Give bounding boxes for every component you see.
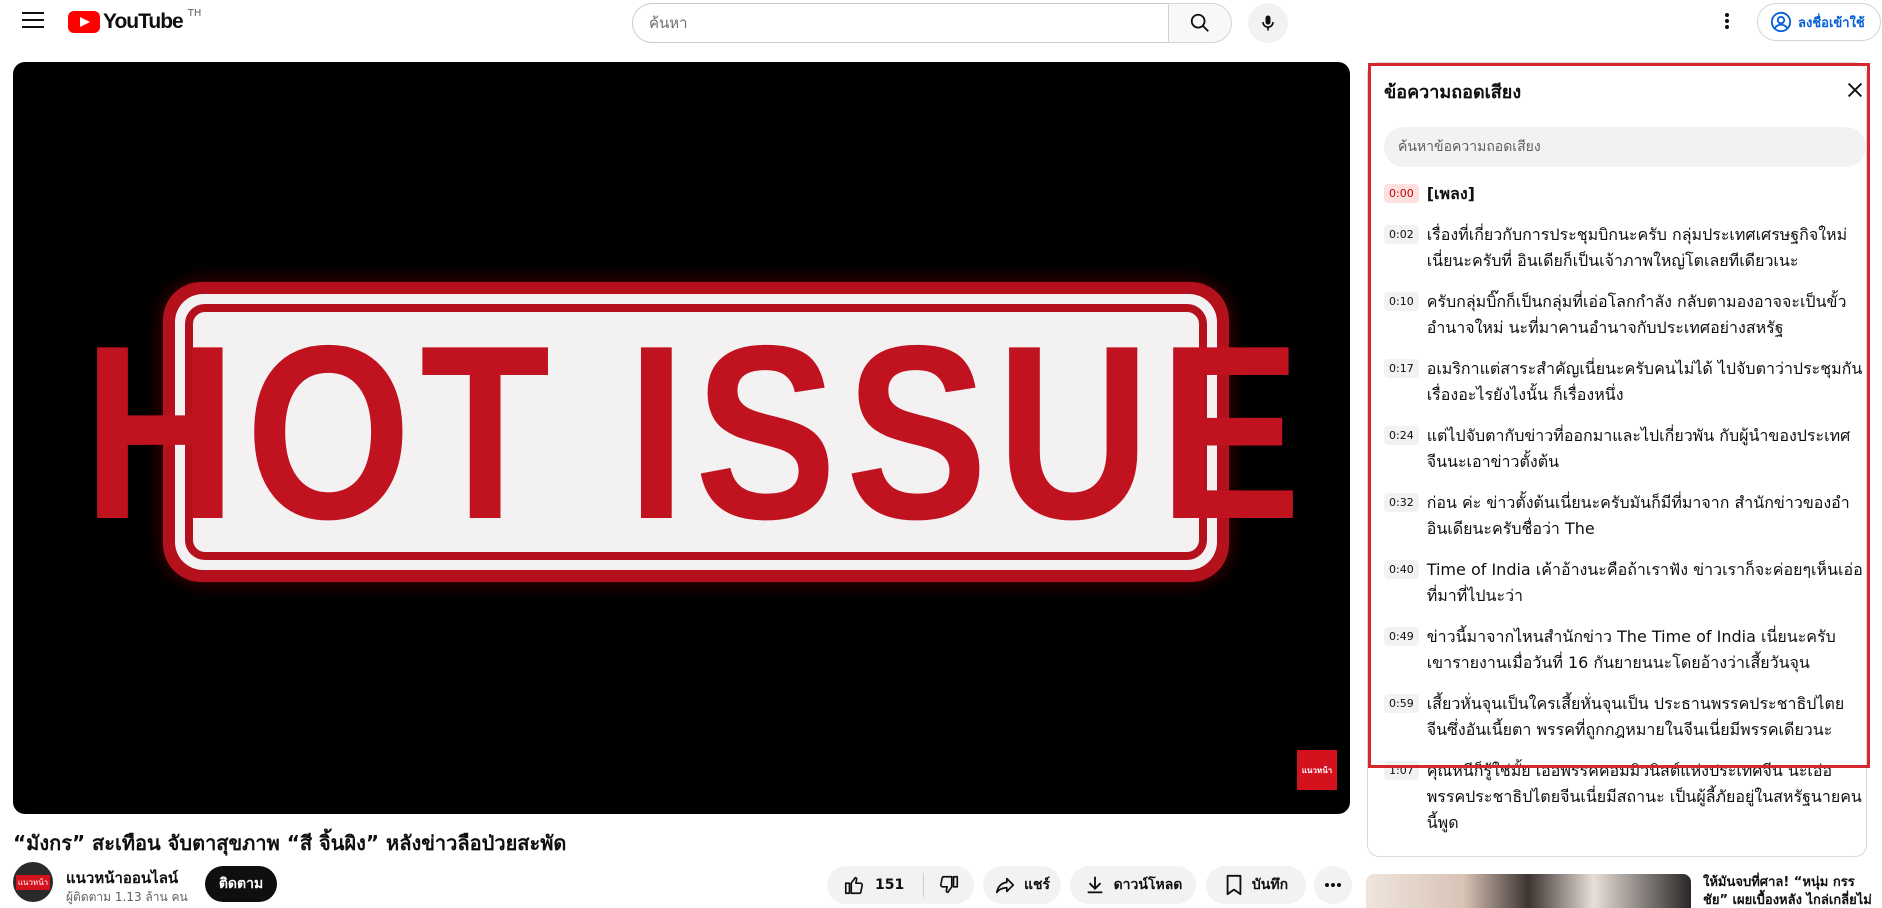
segment-text: [เพลง] [1426,184,1475,203]
transcript-search-input[interactable] [1384,127,1866,167]
search-button[interactable] [1168,3,1232,43]
segment-text: Time of India เค้าอ้างนะคือถ้าเราฟัง ข่า… [1426,560,1863,605]
recommendation-thumbnail[interactable] [1366,874,1691,908]
transcript-segment[interactable]: 0:32 ก่อน ค่ะ ข่าวตั้งต้นเนี่ยนะครับมันก… [1384,490,1864,542]
transcript-segment[interactable]: 1:07 คุณหนีก็รู้ใช่มั้ย เออพรรคคอมมิวนิส… [1384,758,1864,836]
video-frame-sign: HOT ISSUE [83,282,1301,582]
segment-text: คุณหนีก็รู้ใช่มั้ย เออพรรคคอมมิวนิสต์แห่… [1426,761,1862,832]
thumbs-down-icon [940,875,959,894]
transcript-segment[interactable]: 0:40 Time of India เค้าอ้างนะคือถ้าเราฟั… [1384,557,1864,609]
video-title: “มังกร” สะเทือน จับตาสุขภาพ “สี จิ้นผิง”… [13,831,567,855]
recommendation-title[interactable]: ให้มันจบที่ศาล! “หนุ่ม กรรชัย” เผยเบื้อง… [1703,874,1878,908]
search-icon [1190,13,1209,32]
transcript-panel: ข้อความถอดเสียง 0:00 [เพลง] 0:02 เรื่องท… [1367,62,1867,857]
segment-timestamp: 0:49 [1384,627,1419,646]
sign-in-button[interactable]: ลงชื่อเข้าใช้ [1757,3,1881,41]
logo-country-code: TH [187,7,202,19]
settings-more-button[interactable] [1714,6,1740,36]
transcript-segment[interactable]: 0:17 อเมริกาแต่สาระสำคัญเนี่ยนะครับคนไม่… [1384,356,1864,408]
close-icon[interactable] [1844,79,1866,101]
subscribe-button[interactable]: ติดตาม [205,866,277,902]
segment-timestamp: 0:24 [1384,426,1419,445]
transcript-segment-list: 0:00 [เพลง] 0:02 เรื่องที่เกี่ยวกับการปร… [1384,181,1864,851]
transcript-segment[interactable]: 0:00 [เพลง] [1384,181,1864,207]
channel-avatar[interactable]: แนวหน้า [13,862,53,902]
thumbs-up-icon [844,876,863,895]
like-dislike-group: 151 [827,866,974,904]
transcript-segment[interactable]: 0:02 เรื่องที่เกี่ยวกับการประชุมบิกนะครั… [1384,222,1864,274]
segment-timestamp: 0:59 [1384,694,1419,713]
logo-text: YouTube [103,10,184,33]
segment-text: ก่อน ค่ะ ข่าวตั้งต้นเนี่ยนะครับมันก็มีที… [1426,493,1850,538]
bookmark-icon [1226,874,1242,896]
youtube-play-icon [68,11,100,33]
menu-icon[interactable] [22,12,44,30]
segment-text: แต่ไปจับตากับข่าวที่ออกมาและไปเกี่ยวพัน … [1426,426,1851,471]
segment-text: อเมริกาแต่สาระสำคัญเนี่ยนะครับคนไม่ได้ ไ… [1426,359,1863,404]
transcript-segment[interactable]: 0:10 ครับกลุ่มบิ๊กก็เป็นกลุ่มที่เอ่อโลกก… [1384,289,1864,341]
download-icon [1087,876,1102,894]
segment-timestamp: 0:02 [1384,225,1419,244]
account-icon [1770,11,1792,33]
more-actions-button[interactable] [1314,866,1352,904]
more-horizontal-icon [1325,883,1341,887]
transcript-segment[interactable]: 0:49 ข่าวนี้มาจากไหนสำนักข่าว The Time o… [1384,624,1864,676]
segment-text: ครับกลุ่มบิ๊กก็เป็นกลุ่มที่เอ่อโลกกำลัง … [1426,292,1847,337]
video-player[interactable]: HOT ISSUE แนวหน้า [13,62,1350,814]
segment-timestamp: 0:32 [1384,493,1419,512]
segment-text: ข่าวนี้มาจากไหนสำนักข่าว The Time of Ind… [1426,627,1836,672]
dislike-button[interactable] [924,866,974,904]
share-label: แชร์ [1023,877,1051,893]
share-icon [995,877,1015,894]
segment-text: เรื่องที่เกี่ยวกับการประชุมบิกนะครับ กลุ… [1426,225,1848,270]
transcript-segment[interactable]: 0:59 เสี้ยวหั่นจุนเป็นใครเสี้ยหั่นจุนเป็… [1384,691,1864,743]
video-frame-text: HOT ISSUE [82,293,1310,571]
segment-timestamp: 0:40 [1384,560,1419,579]
youtube-logo[interactable]: YouTube TH [68,7,202,34]
more-vertical-icon [1725,13,1729,29]
like-button[interactable]: 151 [827,866,923,904]
download-label: ดาวน์โหลด [1113,877,1183,893]
segment-text: เสี้ยวหั่นจุนเป็นใครเสี้ยหั่นจุนเป็น ประ… [1426,694,1845,739]
segment-timestamp: 0:00 [1384,184,1419,203]
share-button[interactable]: แชร์ [983,866,1061,904]
channel-avatar-text: แนวหน้า [15,874,51,890]
masthead: YouTube TH ลงชื่อเข้าใช้ [0,0,1882,44]
microphone-icon [1262,15,1274,31]
channel-watermark[interactable]: แนวหน้า [1297,750,1337,790]
voice-search-button[interactable] [1248,3,1288,43]
like-count: 151 [875,877,905,893]
search-input[interactable] [632,3,1169,43]
segment-timestamp: 0:17 [1384,359,1419,378]
segment-timestamp: 0:10 [1384,292,1419,311]
sign-in-label: ลงชื่อเข้าใช้ [1798,15,1865,31]
transcript-title: ข้อความถอดเสียง [1384,82,1522,103]
save-label: บันทึก [1251,877,1289,893]
segment-timestamp: 1:07 [1384,761,1419,780]
download-button[interactable]: ดาวน์โหลด [1070,866,1196,904]
channel-watermark-text: แนวหน้า [1301,765,1333,775]
subscriber-count: ผู้ติดตาม 1.13 ล้าน คน [66,890,188,904]
channel-name[interactable]: แนวหน้าออนไลน์ [66,866,178,890]
transcript-segment[interactable]: 0:24 แต่ไปจับตากับข่าวที่ออกมาและไปเกี่ย… [1384,423,1864,475]
save-button[interactable]: บันทึก [1206,866,1306,904]
